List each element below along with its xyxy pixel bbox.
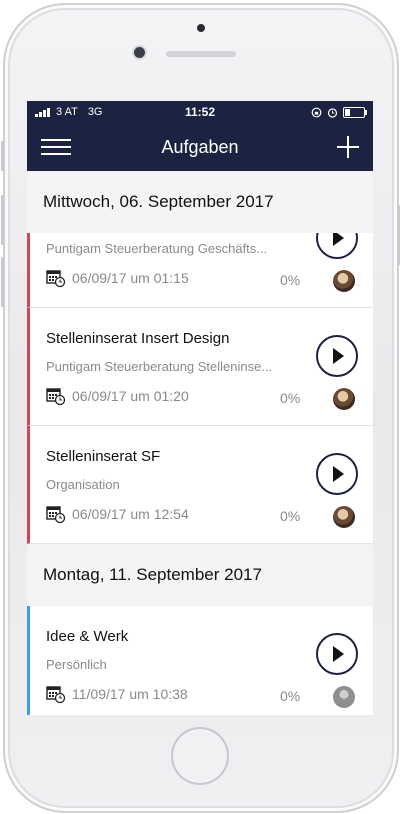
- task-due-date: 06/09/17 um 01:15: [72, 270, 189, 286]
- task-subtitle: Persönlich: [46, 657, 107, 672]
- task-title: Stelleninserat Insert Design: [46, 330, 230, 347]
- calendar-clock-icon: [46, 270, 66, 288]
- home-button[interactable]: [171, 727, 229, 785]
- task-due-date: 06/09/17 um 12:54: [72, 506, 189, 522]
- task-progress: 0%: [280, 688, 301, 704]
- mute-switch: [1, 141, 4, 171]
- task-title: Idee & Werk: [46, 628, 129, 645]
- calendar-clock-icon: [46, 388, 66, 406]
- play-button[interactable]: [316, 633, 358, 675]
- play-button[interactable]: [316, 453, 358, 495]
- status-bar: 3 AT 3G 11:52: [27, 101, 373, 123]
- task-row[interactable]: Idee & Werk Persönlich 11/09/17 um 10:38…: [27, 606, 373, 715]
- battery-icon: [343, 106, 367, 118]
- volume-down-button: [1, 257, 4, 307]
- signal-strength-icon: [35, 107, 50, 117]
- menu-icon[interactable]: [41, 139, 71, 155]
- task-subtitle: Puntigam Steuerberatung Geschäfts...: [46, 241, 268, 256]
- task-row[interactable]: Puntigam Steuerberatung Geschäfts... 06/…: [27, 233, 373, 308]
- calendar-clock-icon: [46, 686, 66, 704]
- sensor-dot: [197, 24, 205, 32]
- task-subtitle: Organisation: [46, 477, 120, 492]
- avatar: [333, 388, 355, 410]
- app-screen: 3 AT 3G 11:52 Aufgaben Mittwoch, 06. Sep…: [27, 101, 373, 715]
- nav-bar: Aufgaben: [27, 123, 373, 171]
- task-progress: 0%: [280, 272, 301, 288]
- play-button[interactable]: [316, 233, 358, 259]
- volume-up-button: [1, 195, 4, 245]
- add-task-button[interactable]: [337, 136, 359, 158]
- task-row-clipped[interactable]: Puntigam Steuerberatung Geschäfts... 06/…: [27, 233, 373, 308]
- avatar: [333, 686, 355, 708]
- task-due-date: 11/09/17 um 10:38: [72, 686, 188, 702]
- task-progress: 0%: [280, 508, 301, 524]
- task-title: Stelleninserat SF: [46, 448, 161, 465]
- alarm-icon: [327, 107, 338, 118]
- task-list[interactable]: Mittwoch, 06. September 2017 Puntigam St…: [27, 171, 373, 715]
- calendar-clock-icon: [46, 506, 66, 524]
- section-header: Mittwoch, 06. September 2017: [27, 171, 373, 233]
- earpiece-speaker: [166, 51, 236, 57]
- avatar: [333, 270, 355, 292]
- page-title: Aufgaben: [161, 136, 239, 157]
- front-camera: [134, 47, 145, 58]
- task-row[interactable]: Stelleninserat SF Organisation 06/09/17 …: [27, 426, 373, 544]
- play-button[interactable]: [316, 335, 358, 377]
- task-subtitle: Puntigam Steuerberatung Stelleninse...: [46, 359, 273, 374]
- carrier-label: 3 AT: [56, 106, 78, 118]
- network-type-label: 3G: [87, 106, 103, 118]
- section-header: Montag, 11. September 2017: [27, 544, 373, 606]
- rotation-lock-icon: [311, 107, 322, 117]
- task-progress: 0%: [280, 390, 301, 406]
- avatar: [333, 506, 355, 528]
- task-row[interactable]: Stelleninserat Insert Design Puntigam St…: [27, 308, 373, 426]
- task-due-date: 06/09/17 um 01:20: [72, 388, 189, 404]
